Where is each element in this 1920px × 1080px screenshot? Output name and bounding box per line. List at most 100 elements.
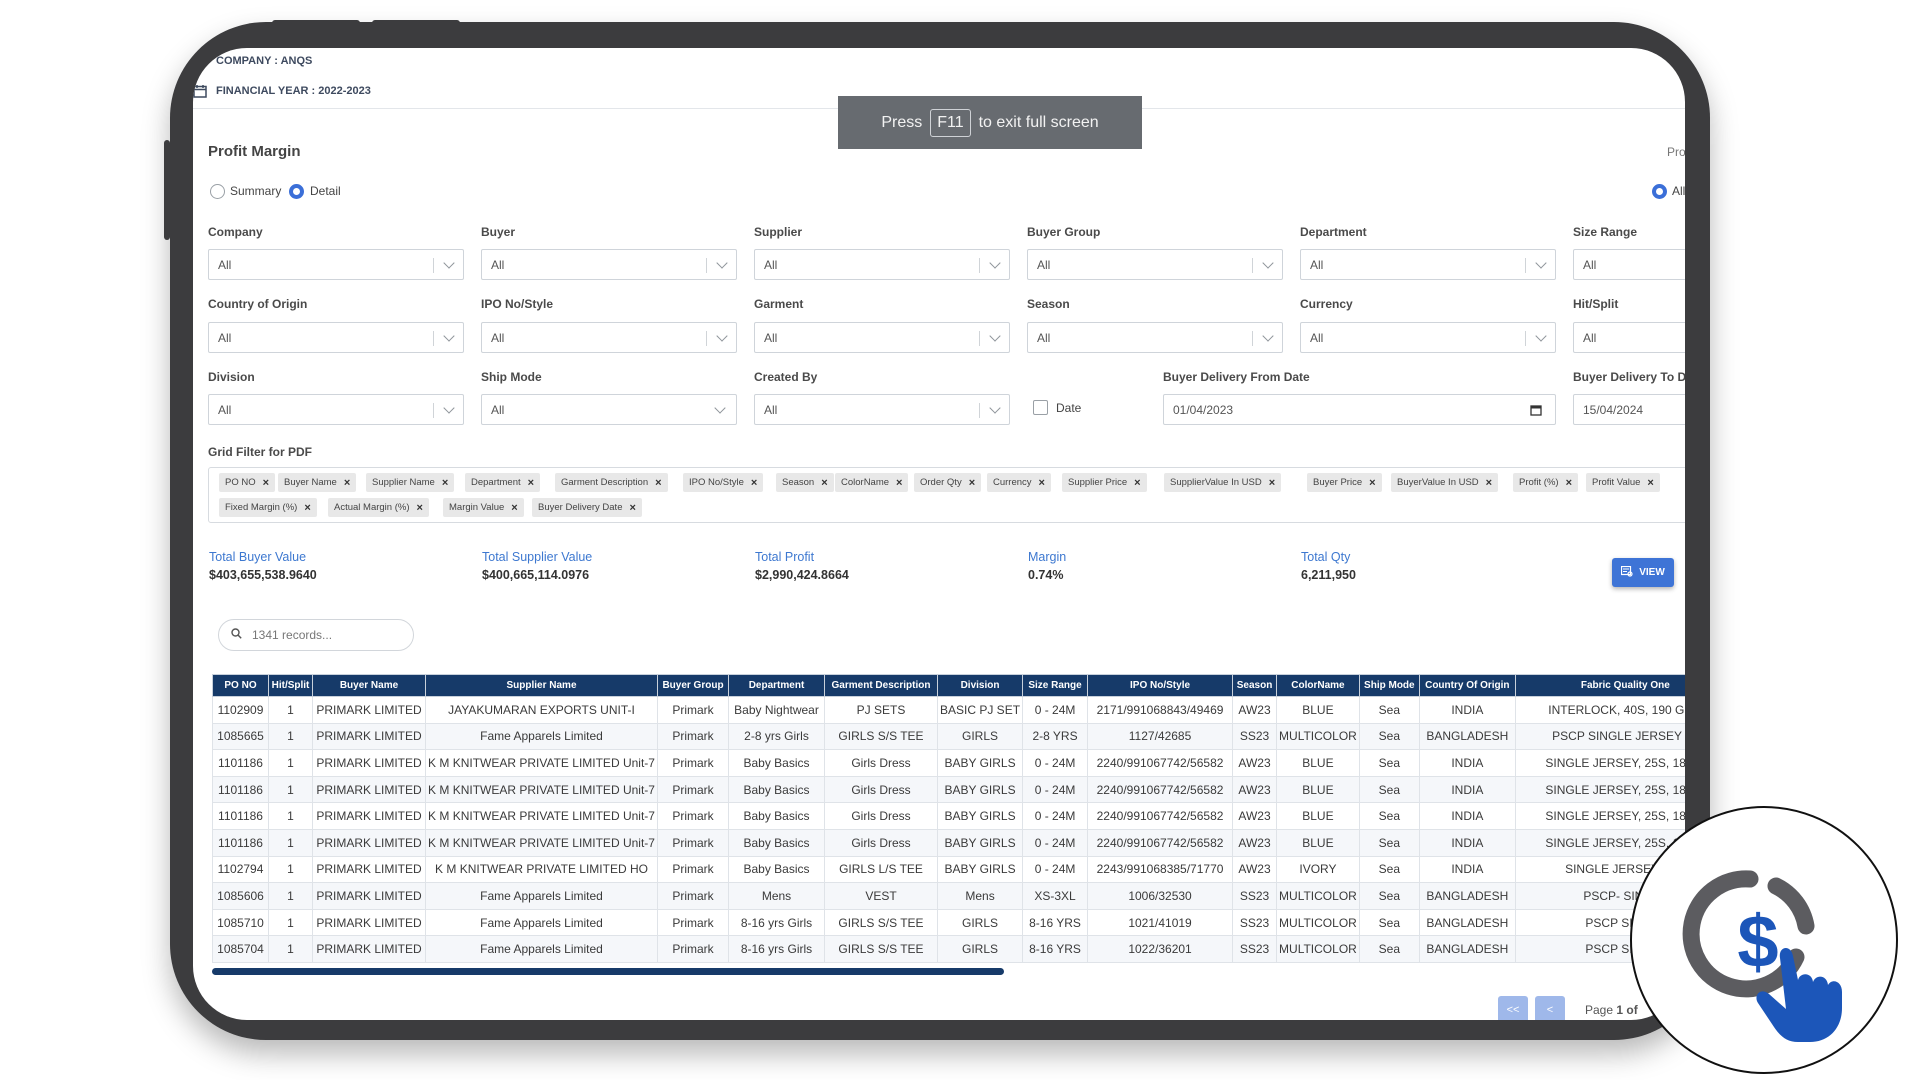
- column-header[interactable]: PO NO: [212, 674, 269, 697]
- tag-remove-icon[interactable]: ×: [442, 477, 448, 489]
- prev-page-button[interactable]: <: [1535, 996, 1565, 1020]
- calendar-picker-icon[interactable]: [1530, 404, 1542, 419]
- view-button[interactable]: VIEW: [1612, 558, 1674, 587]
- ship-mode-select[interactable]: All: [481, 394, 737, 425]
- country-select[interactable]: All: [208, 322, 464, 353]
- delivery-to-input[interactable]: 15/04/2024: [1573, 394, 1685, 425]
- season-select[interactable]: All: [1027, 322, 1283, 353]
- tag-remove-icon[interactable]: ×: [751, 477, 757, 489]
- tag-actual-margin[interactable]: Actual Margin (%) ×: [328, 498, 429, 517]
- table-row[interactable]: 1101186 1 PRIMARK LIMITED K M KNITWEAR PRIV…: [212, 802, 1685, 830]
- first-page-button[interactable]: <<: [1498, 996, 1528, 1020]
- tag-supplier-price[interactable]: Supplier Price ×: [1062, 473, 1147, 492]
- table-cell: 1: [268, 722, 313, 751]
- tag-season[interactable]: Season ×: [776, 473, 834, 492]
- column-header[interactable]: Buyer Name: [312, 674, 426, 697]
- column-header[interactable]: Ship Mode: [1358, 674, 1420, 697]
- buyer-group-filter-label: Buyer Group: [1027, 225, 1101, 239]
- column-header[interactable]: Supplier Name: [425, 674, 658, 697]
- tag-ipo-no-style[interactable]: IPO No/Style ×: [683, 473, 764, 492]
- horizontal-scrollbar[interactable]: [212, 968, 1004, 975]
- tag-profit-percent[interactable]: Profit (%) ×: [1513, 473, 1579, 492]
- created-by-select[interactable]: All: [754, 394, 1010, 425]
- tag-remove-icon[interactable]: ×: [1486, 477, 1492, 489]
- date-checkbox[interactable]: [1033, 400, 1048, 415]
- delivery-from-input[interactable]: 01/04/2023: [1163, 394, 1556, 425]
- tag-remove-icon[interactable]: ×: [629, 502, 635, 514]
- tag-colorname[interactable]: ColorName ×: [835, 473, 909, 492]
- supplier-select[interactable]: All: [754, 249, 1010, 280]
- tag-fixed-margin[interactable]: Fixed Margin (%) ×: [219, 498, 317, 517]
- tag-profit-value[interactable]: Profit Value ×: [1586, 473, 1660, 492]
- tag-po-no[interactable]: PO NO ×: [219, 473, 276, 492]
- table-row[interactable]: 1102909 1 PRIMARK LIMITED JAYAKUMARAN EXPOR…: [212, 696, 1685, 724]
- tag-remove-icon[interactable]: ×: [1039, 477, 1045, 489]
- column-header[interactable]: Hit/Split: [268, 674, 313, 697]
- hit-split-select[interactable]: All: [1573, 322, 1685, 353]
- tag-department[interactable]: Department ×: [465, 473, 541, 492]
- tag-remove-icon[interactable]: ×: [528, 477, 534, 489]
- buyer-select[interactable]: All: [481, 249, 737, 280]
- column-header[interactable]: Season: [1232, 674, 1278, 697]
- tag-currency[interactable]: Currency ×: [987, 473, 1051, 492]
- column-header[interactable]: ColorName: [1276, 674, 1360, 697]
- department-select[interactable]: All: [1300, 249, 1556, 280]
- detail-radio[interactable]: [289, 184, 304, 199]
- records-search[interactable]: 1341 records...: [218, 619, 414, 651]
- tag-remove-icon[interactable]: ×: [1647, 477, 1653, 489]
- tag-order-qty[interactable]: Order Qty ×: [914, 473, 982, 492]
- tag-margin-value[interactable]: Margin Value ×: [443, 498, 524, 517]
- column-header[interactable]: Division: [936, 674, 1024, 697]
- table-row[interactable]: 1101186 1 PRIMARK LIMITED K M KNITWEAR PRIV…: [212, 828, 1685, 857]
- column-header[interactable]: Department: [728, 674, 825, 697]
- garment-select[interactable]: All: [754, 322, 1010, 353]
- column-header[interactable]: Garment Description: [824, 674, 938, 697]
- tag-remove-icon[interactable]: ×: [511, 502, 517, 514]
- table-row[interactable]: 1101186 1 PRIMARK LIMITED K M KNITWEAR PRIV…: [212, 749, 1685, 777]
- tag-remove-icon[interactable]: ×: [896, 477, 902, 489]
- table-row[interactable]: 1085665 1 PRIMARK LIMITED Fame Apparels Lim…: [212, 722, 1685, 751]
- table-row[interactable]: 1085704 1 PRIMARK LIMITED Fame Apparels Lim…: [212, 935, 1685, 963]
- tag-supplier-value-usd[interactable]: SupplierValue In USD ×: [1164, 473, 1282, 492]
- buyer-group-select[interactable]: All: [1027, 249, 1283, 280]
- ipo-select[interactable]: All: [481, 322, 737, 353]
- column-header[interactable]: Buyer Group: [657, 674, 729, 697]
- tag-remove-icon[interactable]: ×: [1269, 477, 1275, 489]
- tag-remove-icon[interactable]: ×: [655, 477, 661, 489]
- tag-remove-icon[interactable]: ×: [969, 477, 975, 489]
- table-row[interactable]: 1085606 1 PRIMARK LIMITED Fame Apparels Lim…: [212, 882, 1685, 910]
- currency-select[interactable]: All: [1300, 322, 1556, 353]
- tag-buyer-value-usd[interactable]: BuyerValue In USD ×: [1391, 473, 1499, 492]
- tag-remove-icon[interactable]: ×: [1134, 477, 1140, 489]
- tag-remove-icon[interactable]: ×: [821, 477, 827, 489]
- chevron-down-icon: [1535, 257, 1547, 269]
- tag-remove-icon[interactable]: ×: [263, 477, 269, 489]
- table-row[interactable]: 1101186 1 PRIMARK LIMITED K M KNITWEAR PRIV…: [212, 775, 1685, 804]
- tag-remove-icon[interactable]: ×: [344, 477, 350, 489]
- tag-garment-description[interactable]: Garment Description ×: [555, 473, 668, 492]
- total-qty-label: Total Qty: [1301, 550, 1351, 564]
- table-row[interactable]: 1085710 1 PRIMARK LIMITED Fame Apparels Lim…: [212, 908, 1685, 937]
- tag-buyer-delivery-date[interactable]: Buyer Delivery Date ×: [532, 498, 642, 517]
- table-cell: BANGLADESH: [1418, 722, 1516, 751]
- tag-remove-icon[interactable]: ×: [304, 502, 310, 514]
- grid-filter-tags[interactable]: PO NO × Buyer Name × Supplier Name × Depart…: [208, 467, 1685, 523]
- division-select[interactable]: All: [208, 394, 464, 425]
- column-header[interactable]: Country Of Origin: [1418, 674, 1516, 697]
- column-header[interactable]: Size Range: [1022, 674, 1089, 697]
- total-supplier-value-label: Total Supplier Value: [482, 550, 593, 564]
- company-select[interactable]: All: [208, 249, 464, 280]
- tag-remove-icon[interactable]: ×: [417, 502, 423, 514]
- tag-remove-icon[interactable]: ×: [1369, 477, 1375, 489]
- all-radio[interactable]: [1652, 184, 1667, 199]
- summary-radio[interactable]: [210, 184, 225, 199]
- table-cell: BLUE: [1276, 749, 1360, 777]
- tag-buyer-price[interactable]: Buyer Price ×: [1307, 473, 1382, 492]
- table-row[interactable]: 1102794 1 PRIMARK LIMITED K M KNITWEAR PRIV…: [212, 855, 1685, 884]
- size-range-select[interactable]: All: [1573, 249, 1685, 280]
- tag-supplier-name[interactable]: Supplier Name ×: [366, 473, 455, 492]
- tag-remove-icon[interactable]: ×: [1566, 477, 1572, 489]
- tag-buyer-name[interactable]: Buyer Name ×: [278, 473, 357, 492]
- column-header[interactable]: IPO No/Style: [1087, 674, 1234, 697]
- column-header[interactable]: Fabric Quality One: [1514, 674, 1685, 697]
